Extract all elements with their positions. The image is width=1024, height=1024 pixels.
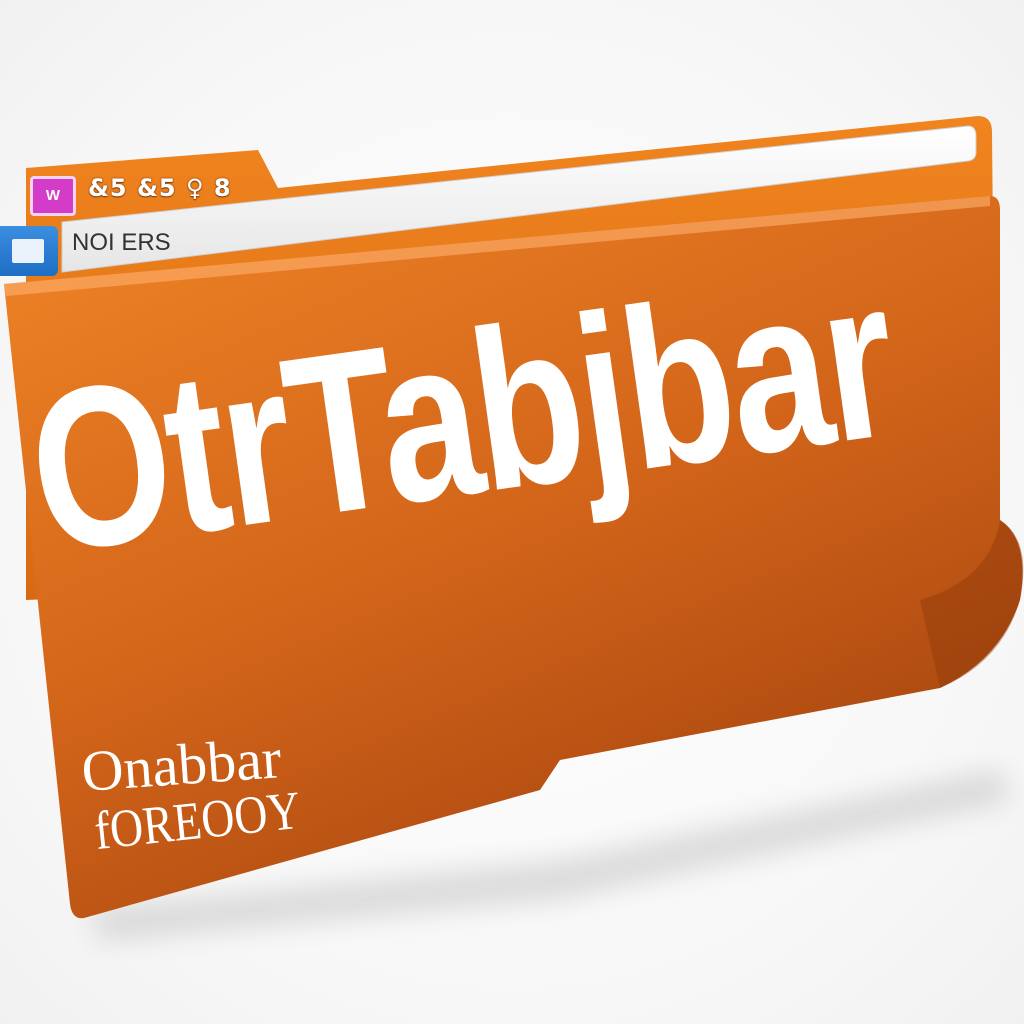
window-icon — [12, 239, 44, 263]
address-bar-text: NOI ERS — [72, 229, 171, 256]
app-badge: W — [30, 176, 76, 216]
tab-label: &5 &5 ♀ 8 — [88, 174, 232, 202]
app-icon-stage: W &5 &5 ♀ 8 NOI ERS OtrTabjbar Onabbar f… — [0, 0, 1024, 1024]
blue-tab — [0, 226, 58, 276]
